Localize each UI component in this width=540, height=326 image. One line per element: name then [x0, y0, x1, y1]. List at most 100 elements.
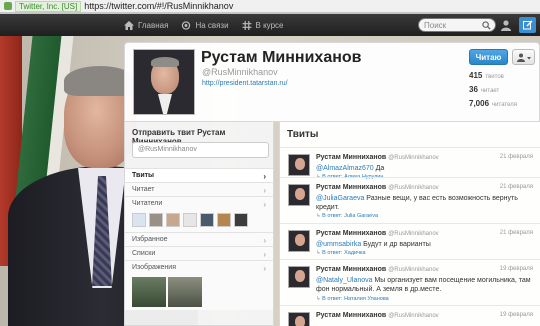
- follower-avatar[interactable]: [217, 213, 231, 227]
- tweet-date[interactable]: 19 февраля: [500, 312, 533, 318]
- tweet-author[interactable]: Рустам Минниханов @RusMinnikhanov: [316, 184, 439, 191]
- sidebar-item-label: Твиты: [132, 172, 155, 179]
- user-actions-button[interactable]: [512, 49, 535, 65]
- stream-title: Твиты: [287, 129, 319, 140]
- following-button[interactable]: Читаю: [469, 49, 508, 65]
- tweet-date[interactable]: 21 февраля: [500, 154, 533, 160]
- sidebar-item-following[interactable]: Читает ›: [125, 182, 273, 196]
- certificate-badge[interactable]: Twitter, Inc. [US]: [15, 0, 82, 12]
- compose-icon: [522, 20, 533, 30]
- tweet-date[interactable]: 21 февраля: [500, 184, 533, 190]
- tweet-date[interactable]: 19 февраля: [500, 266, 533, 272]
- tweet-item[interactable]: Рустам Минниханов @RusMinnikhanov 21 февр…: [280, 147, 540, 180]
- tweet-mention[interactable]: @JuliaGaraeva: [316, 195, 364, 202]
- in-reply-to[interactable]: ↳ В ответ: Julia Garaeva: [316, 213, 378, 219]
- account-icon[interactable]: [500, 19, 512, 31]
- stat-following-label: читает: [480, 88, 500, 94]
- image-thumbnail[interactable]: [132, 277, 166, 307]
- profile-stats: 415 твитов 36 читает 7,006 читателя: [469, 71, 539, 113]
- sidebar-nav: Твиты › Читает › Читатели › Избранное › Спис…: [125, 168, 273, 310]
- compose-tweet-input[interactable]: @RusMinnikhanov: [132, 142, 269, 158]
- sidebar-item-tweets[interactable]: Твиты ›: [125, 168, 273, 182]
- search-placeholder: Поиск: [424, 20, 447, 30]
- nav-discover-label: В курсе: [255, 20, 284, 30]
- user-dropdown-icon: [516, 53, 531, 62]
- main-nav: Главная На связи В курсе: [124, 20, 297, 30]
- tweet-author-handle: @RusMinnikhanov: [388, 313, 439, 319]
- tweet-author[interactable]: Рустам Минниханов @RusMinnikhanov: [316, 154, 439, 161]
- stat-followers-label: читателя: [492, 102, 517, 108]
- tweet-mention[interactable]: @Nataly_Ulanova: [316, 277, 373, 284]
- sidebar-item-followers[interactable]: Читатели ›: [125, 196, 273, 210]
- compose-tweet-button[interactable]: [519, 17, 536, 33]
- tweet-list: Рустам Минниханов @RusMinnikhanov 21 февр…: [280, 147, 540, 326]
- nav-discover[interactable]: В курсе: [242, 20, 284, 30]
- reply-to-name: Наталия Уланова: [344, 296, 389, 302]
- tweet-author[interactable]: Рустам Минниханов @RusMinnikhanov: [316, 312, 439, 319]
- search-input[interactable]: Поиск: [418, 18, 496, 32]
- follower-avatar[interactable]: [234, 213, 248, 227]
- nav-connect[interactable]: На связи: [181, 20, 229, 30]
- sidebar-item-label: Читатели: [132, 200, 163, 207]
- tweet-author-name: Рустам Минниханов: [316, 184, 387, 191]
- tweet-avatar[interactable]: [288, 154, 310, 176]
- image-thumbnails: [125, 274, 273, 310]
- tweet-author-handle: @RusMinnikhanov: [388, 155, 439, 161]
- stat-followers[interactable]: 7,006 читателя: [469, 99, 539, 113]
- tweet-body: Да: [373, 165, 385, 172]
- tweet-mention[interactable]: @AlmazAlmaz670: [316, 165, 374, 172]
- profile-website-link[interactable]: http://president.tatarstan.ru/: [202, 80, 288, 87]
- tweet-author[interactable]: Рустам Минниханов @RusMinnikhanov: [316, 266, 439, 273]
- avatar[interactable]: [133, 49, 195, 115]
- tweet-item[interactable]: Рустам Минниханов @RusMinnikhanov 19 февр…: [280, 305, 540, 326]
- profile-name: Рустам Минниханов: [201, 49, 362, 66]
- tweet-mention[interactable]: @ummsabirka: [316, 241, 361, 248]
- tweet-avatar[interactable]: [288, 266, 310, 288]
- in-reply-to[interactable]: ↳ В ответ: Наталия Уланова: [316, 296, 389, 302]
- browser-url-bar[interactable]: Twitter, Inc. [US] https://twitter.com/#…: [0, 0, 540, 13]
- stat-following[interactable]: 36 читает: [469, 85, 539, 99]
- follower-avatar[interactable]: [166, 213, 180, 227]
- profile-sidebar: Отправить твит Рустам Минниханов @RusMin…: [124, 122, 274, 326]
- chevron-right-icon: ›: [263, 186, 266, 195]
- stat-tweets[interactable]: 415 твитов: [469, 71, 539, 85]
- sidebar-item-label: Списки: [132, 250, 156, 257]
- follower-avatar[interactable]: [132, 213, 146, 227]
- nav-home[interactable]: Главная: [124, 20, 169, 30]
- tweet-avatar[interactable]: [288, 230, 310, 252]
- chevron-right-icon: ›: [263, 172, 266, 181]
- nav-connect-label: На связи: [195, 20, 229, 30]
- tweet-item[interactable]: Рустам Минниханов @RusMinnikhanov 21 февр…: [280, 177, 540, 223]
- follower-avatar[interactable]: [200, 213, 214, 227]
- sidebar-item-images[interactable]: Изображения ›: [125, 260, 273, 274]
- tweet-item[interactable]: Рустам Минниханов @RusMinnikhanov 21 февр…: [280, 223, 540, 259]
- at-icon: [182, 20, 191, 30]
- sidebar-item-favorites[interactable]: Избранное ›: [125, 232, 273, 246]
- tweet-body: Будут и др варианты: [361, 241, 431, 248]
- url-text[interactable]: https://twitter.com/#!/RusMinnikhanov: [84, 1, 233, 11]
- tweet-item[interactable]: Рустам Минниханов @RusMinnikhanov 19 февр…: [280, 259, 540, 305]
- tweet-author-name: Рустам Минниханов: [316, 266, 387, 273]
- search-icon[interactable]: [482, 21, 491, 30]
- chevron-right-icon: ›: [263, 264, 266, 273]
- tweet-date[interactable]: 21 февраля: [500, 230, 533, 236]
- tweet-author-name: Рустам Минниханов: [316, 154, 387, 161]
- followers-thumbnails: [125, 210, 273, 232]
- image-thumbnail[interactable]: [168, 277, 202, 307]
- tweet-author-handle: @RusMinnikhanov: [388, 267, 439, 273]
- nav-home-label: Главная: [138, 20, 169, 30]
- tweet-text: @JuliaGaraeva Разные вещи, у вас есть во…: [316, 194, 534, 212]
- in-reply-to[interactable]: ↳ В ответ: Хадичка: [316, 250, 366, 256]
- profile-handle: @RusMinnikhanov: [202, 67, 278, 77]
- tweet-avatar[interactable]: [288, 312, 310, 326]
- avatar-shirt: [158, 94, 172, 114]
- tweet-author-name: Рустам Минниханов: [316, 230, 387, 237]
- sidebar-item-lists[interactable]: Списки ›: [125, 246, 273, 260]
- follower-avatar[interactable]: [149, 213, 163, 227]
- follower-avatar[interactable]: [183, 213, 197, 227]
- tweet-text: @ummsabirka Будут и др варианты: [316, 240, 534, 249]
- twitter-topbar: Главная На связи В курсе Поиск: [0, 14, 540, 36]
- chevron-right-icon: ›: [263, 200, 266, 209]
- tweet-avatar[interactable]: [288, 184, 310, 206]
- tweet-author[interactable]: Рустам Минниханов @RusMinnikhanov: [316, 230, 439, 237]
